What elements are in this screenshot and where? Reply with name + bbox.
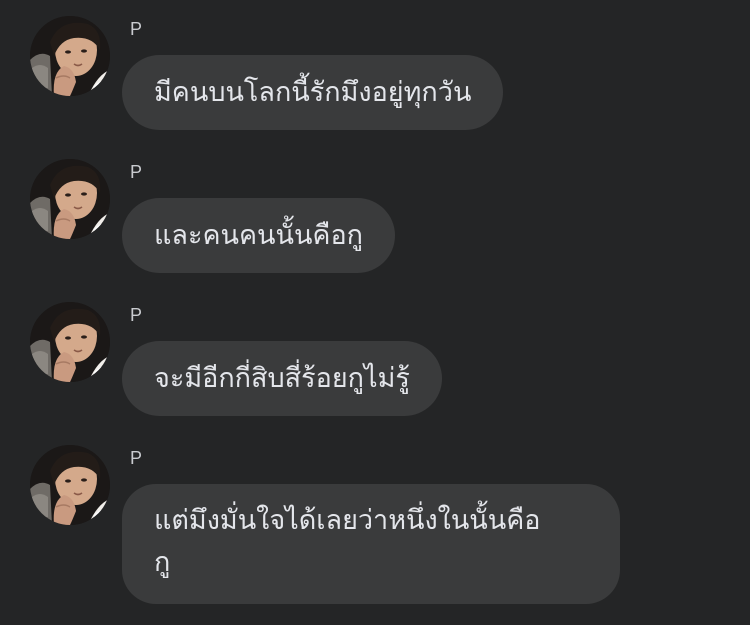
profile-photo-icon: [30, 445, 110, 525]
sender-name: P: [130, 305, 143, 325]
message-bubble[interactable]: มีคนบนโลกนี้รักมึงอยู่ทุกวัน: [122, 55, 504, 130]
message-bubble[interactable]: และคนคนนั้นคือกู: [122, 198, 396, 273]
profile-photo-icon: [30, 16, 110, 96]
avatar[interactable]: [30, 16, 110, 96]
avatar[interactable]: [30, 445, 110, 525]
profile-photo-icon: [30, 302, 110, 382]
sender-name: P: [130, 19, 143, 39]
avatar[interactable]: [30, 159, 110, 239]
profile-photo-icon: [30, 159, 110, 239]
message-bubble[interactable]: แต่มึงมั่นใจได้เลยว่าหนึ่งในนั้นคือ กู: [122, 484, 620, 604]
sender-name: P: [130, 448, 143, 468]
sender-name: P: [130, 162, 143, 182]
message-thread: P มีคนบนโลกนี้รักมึงอยู่ทุกวัน P และคนคน…: [0, 0, 750, 625]
message-bubble[interactable]: จะมีอีกกี่สิบสี่ร้อยกูไม่รู้: [122, 341, 442, 416]
avatar[interactable]: [30, 302, 110, 382]
